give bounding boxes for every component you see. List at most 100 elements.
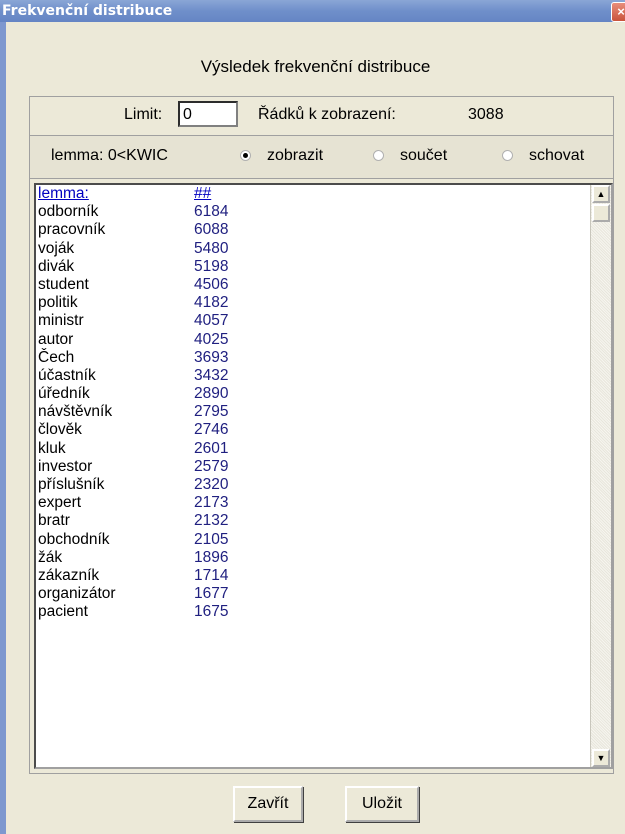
list-item-lemma: divák [38, 257, 75, 275]
list-item-count: 1896 [194, 548, 229, 566]
limit-input[interactable]: 0 [178, 101, 238, 127]
frequency-distribution-window: Frekvenční distribuce × Výsledek frekven… [0, 0, 625, 834]
list-item-count: 2746 [194, 421, 229, 439]
radio-zobrazit[interactable] [240, 150, 251, 161]
list-item-count: 2579 [194, 457, 229, 475]
window-title: Frekvenční distribuce [2, 3, 173, 19]
list-item-count: 2601 [194, 439, 229, 457]
list-item-count: 1675 [194, 603, 229, 621]
list-item: zákazník 1714 [36, 567, 591, 585]
list-item-count: 1714 [194, 566, 229, 584]
list-item-count: 5198 [194, 257, 229, 275]
rows-to-display-label: Řádků k zobrazení: [258, 106, 396, 123]
list-item-count: 5480 [194, 239, 229, 257]
page-heading: Výsledek frekvenční distribuce [200, 57, 431, 76]
list-item: příslušník 2320 [36, 476, 591, 494]
list-header: lemma: ## [36, 185, 591, 203]
list-item: bratr 2132 [36, 512, 591, 530]
list-item: obchodník 2105 [36, 531, 591, 549]
list-item-lemma: voják [38, 239, 75, 257]
list-item-count: 4182 [194, 294, 229, 312]
list-item-lemma: kluk [38, 439, 66, 457]
list-item: člověk 2746 [36, 421, 591, 439]
list-item: žák 1896 [36, 549, 591, 567]
list-item-lemma: odborník [38, 203, 99, 221]
list-item-count: 3432 [194, 366, 229, 384]
kwic-label: lemma: 0<KWIC [51, 147, 168, 164]
list-item-lemma: návštěvník [38, 403, 113, 421]
list-item: autor 4025 [36, 331, 591, 349]
list-item-lemma: pracovník [38, 221, 106, 239]
list-item: politik 4182 [36, 294, 591, 312]
list-item: expert 2173 [36, 494, 591, 512]
radio-schovat[interactable] [502, 150, 513, 161]
frequency-list-content: lemma: ## odborník 6184 pracovník 6088 voják… [36, 185, 591, 767]
close-window-icon[interactable]: × [611, 2, 625, 22]
list-item-lemma: pacient [38, 603, 88, 621]
radio-schovat-label[interactable]: schovat [529, 147, 584, 165]
list-item: investor 2579 [36, 458, 591, 476]
save-button[interactable]: Uložit [345, 786, 419, 822]
list-item: úředník 2890 [36, 385, 591, 403]
list-item-lemma: obchodník [38, 530, 110, 548]
kwic-options-row: lemma: 0<KWIC zobrazit součet schovat [30, 136, 613, 179]
list-item-count: 6088 [194, 221, 229, 239]
list-item-lemma: student [38, 275, 89, 293]
list-item-count: 2320 [194, 476, 229, 493]
frequency-list[interactable]: lemma: ## odborník 6184 pracovník 6088 voják… [34, 183, 613, 769]
scroll-down-icon[interactable]: ▼ [592, 749, 610, 767]
list-item-lemma: organizátor [38, 585, 116, 603]
list-item-count: 6184 [194, 203, 229, 221]
list-item-lemma: člověk [38, 421, 82, 439]
vertical-scrollbar[interactable]: ▲ ▼ [590, 185, 611, 767]
list-item-count: 2105 [194, 530, 229, 548]
list-item-count: 2132 [194, 512, 229, 530]
list-item-lemma: úředník [38, 385, 90, 403]
window-left-border [0, 22, 6, 834]
radio-soucet-label[interactable]: součet [400, 147, 447, 165]
list-item-lemma: bratr [38, 512, 70, 530]
list-item-lemma: zákazník [38, 566, 100, 584]
list-item: organizátor 1677 [36, 585, 591, 603]
list-item: účastník 3432 [36, 367, 591, 385]
list-item-count: 1677 [194, 585, 229, 603]
list-item: ministr 4057 [36, 312, 591, 330]
limit-label: Limit: [124, 106, 163, 123]
list-item-lemma: účastník [38, 366, 96, 384]
list-item-count: 2173 [194, 494, 229, 512]
list-item-lemma: autor [38, 330, 74, 348]
list-item-lemma: žák [38, 548, 63, 566]
limit-row: Limit: 0 Řádků k zobrazení: 3088 [30, 97, 613, 136]
list-item-lemma: příslušník [38, 476, 105, 493]
list-item-lemma: Čech [38, 348, 75, 366]
scroll-up-icon[interactable]: ▲ [592, 185, 610, 203]
list-item-count: 3693 [194, 348, 229, 366]
list-item: divák 5198 [36, 258, 591, 276]
list-item-lemma: politik [38, 294, 78, 312]
radio-zobrazit-label[interactable]: zobrazit [267, 147, 323, 165]
list-item-count: 4057 [194, 312, 229, 330]
radio-soucet[interactable] [373, 150, 384, 161]
list-item: voják 5480 [36, 240, 591, 258]
list-item-count: 4506 [194, 275, 229, 293]
rows-to-display-value: 3088 [468, 106, 504, 123]
list-item-count: 2890 [194, 385, 229, 403]
list-item: kluk 2601 [36, 440, 591, 458]
list-item: Čech 3693 [36, 349, 591, 367]
list-item: odborník 6184 [36, 203, 591, 221]
count-column-header[interactable]: ## [194, 185, 211, 203]
scrollbar-thumb[interactable] [592, 204, 610, 222]
title-bar[interactable]: Frekvenční distribuce × [0, 0, 625, 22]
list-item-lemma: ministr [38, 312, 84, 330]
list-item-lemma: investor [38, 457, 93, 475]
list-item-count: 2795 [194, 403, 229, 421]
lemma-column-header[interactable]: lemma: [38, 185, 89, 203]
results-panel: Limit: 0 Řádků k zobrazení: 3088 lemma: … [29, 96, 614, 774]
list-item: student 4506 [36, 276, 591, 294]
list-item-count: 4025 [194, 330, 229, 348]
close-button[interactable]: Zavřít [233, 786, 303, 822]
list-item: návštěvník 2795 [36, 403, 591, 421]
list-item-lemma: expert [38, 494, 82, 512]
list-item: pracovník 6088 [36, 221, 591, 239]
list-item: pacient 1675 [36, 603, 591, 621]
